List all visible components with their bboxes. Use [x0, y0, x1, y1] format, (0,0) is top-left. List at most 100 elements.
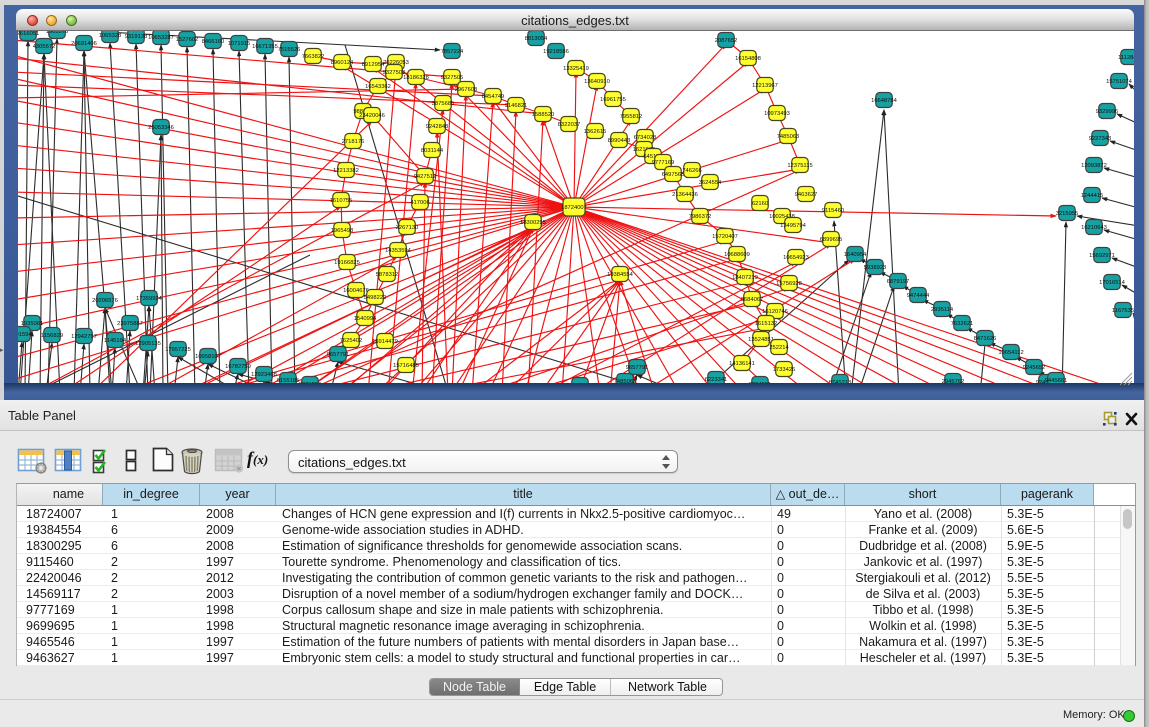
svg-text:12905135: 12905135: [135, 341, 161, 347]
svg-text:16154808: 16154808: [735, 56, 761, 62]
svg-text:9684067: 9684067: [741, 297, 764, 303]
svg-text:18300295: 18300295: [520, 220, 546, 226]
svg-text:8912954: 8912954: [362, 62, 385, 68]
svg-text:7986372: 7986372: [689, 214, 712, 220]
svg-text:16648784: 16648784: [871, 98, 898, 104]
svg-text:14353594: 14353594: [385, 248, 412, 254]
svg-text:16543362: 16543362: [365, 84, 391, 90]
svg-text:21364436: 21364436: [672, 192, 698, 198]
svg-text:3215955: 3215955: [1056, 211, 1079, 217]
svg-text:8454749: 8454749: [482, 94, 505, 100]
svg-text:18186328: 18186328: [403, 75, 429, 81]
svg-text:16914479: 16914479: [372, 339, 398, 345]
svg-text:9242848: 9242848: [426, 124, 449, 130]
svg-text:9329996: 9329996: [1096, 109, 1119, 115]
svg-text:15756928: 15756928: [776, 281, 802, 287]
svg-text:16004676: 16004676: [343, 288, 369, 294]
svg-text:6899695: 6899695: [820, 237, 843, 243]
svg-text:19218586: 19218586: [543, 49, 569, 55]
svg-text:252214: 252214: [769, 345, 789, 351]
svg-text:7625402: 7625402: [340, 338, 363, 344]
svg-text:8322037: 8322037: [558, 122, 581, 128]
svg-text:1733426: 1733426: [773, 367, 796, 373]
svg-text:9657791: 9657791: [626, 365, 649, 371]
svg-text:1965498: 1965498: [331, 228, 354, 234]
svg-text:12942757: 12942757: [71, 334, 97, 340]
svg-text:1156829: 1156829: [41, 333, 63, 339]
svg-text:3624554: 3624554: [699, 180, 722, 186]
svg-text:14136141: 14136141: [729, 361, 755, 367]
svg-text:13495794: 13495794: [780, 223, 807, 229]
svg-text:1071915: 1071915: [228, 41, 251, 47]
svg-text:18724007: 18724007: [561, 205, 587, 211]
svg-text:15692971: 15692971: [1089, 253, 1115, 259]
svg-text:9657791: 9657791: [327, 352, 350, 358]
svg-text:7857224: 7857224: [441, 49, 464, 55]
svg-text:5938923: 5938923: [864, 265, 887, 271]
svg-text:9777169: 9777169: [652, 160, 675, 166]
svg-text:8466160: 8466160: [202, 39, 225, 45]
svg-text:7485063: 7485063: [777, 134, 800, 140]
svg-text:1244415: 1244415: [1081, 193, 1104, 199]
svg-text:18407219: 18407219: [732, 275, 758, 281]
svg-text:1640954: 1640954: [844, 252, 867, 258]
svg-text:1065328: 1065328: [99, 33, 122, 39]
svg-text:6497568: 6497568: [662, 172, 685, 178]
svg-text:7515526: 7515526: [278, 47, 301, 53]
svg-text:5498222: 5498222: [364, 295, 387, 301]
svg-text:10654923: 10654923: [783, 255, 809, 261]
svg-text:10958107: 10958107: [195, 354, 221, 360]
svg-text:15716485: 15716485: [393, 363, 419, 369]
svg-text:2087652: 2087652: [715, 38, 738, 44]
svg-text:7663822: 7663822: [302, 54, 325, 60]
svg-text:13524851: 13524851: [748, 337, 774, 343]
svg-text:1362615: 1362615: [584, 129, 607, 135]
svg-text:25053346: 25053346: [148, 125, 174, 131]
svg-text:23420046: 23420046: [359, 113, 385, 119]
svg-text:20206576: 20206576: [92, 298, 118, 304]
svg-text:12213382: 12213382: [333, 168, 359, 174]
svg-text:6734028: 6734028: [634, 135, 657, 141]
svg-text:3875685: 3875685: [432, 101, 455, 107]
svg-text:1112845: 1112845: [1118, 55, 1134, 61]
svg-text:9245652: 9245652: [1023, 365, 1046, 371]
svg-text:8471626: 8471626: [974, 336, 997, 342]
svg-text:3267130: 3267130: [396, 225, 419, 231]
svg-text:391594: 391594: [18, 332, 32, 338]
svg-text:10653287: 10653287: [148, 35, 174, 41]
svg-text:19166825: 19166825: [334, 260, 360, 266]
svg-text:1540994: 1540994: [354, 316, 377, 322]
svg-text:9227343: 9227343: [1089, 136, 1112, 142]
svg-text:17359924: 17359924: [136, 296, 163, 302]
svg-text:12923468: 12923468: [251, 372, 277, 378]
svg-text:9463627: 9463627: [795, 192, 818, 198]
svg-text:12093872: 12093872: [1081, 163, 1107, 169]
svg-text:16120746: 16120746: [762, 309, 788, 315]
svg-text:8813054: 8813054: [525, 36, 548, 42]
svg-text:5878312: 5878312: [376, 272, 399, 278]
svg-text:1588520: 1588520: [532, 112, 555, 118]
svg-text:9327505: 9327505: [441, 75, 464, 81]
svg-text:2616051: 2616051: [18, 31, 39, 37]
svg-text:17016514: 17016514: [1099, 280, 1126, 286]
svg-text:9115460: 9115460: [822, 208, 844, 214]
svg-text:15751074: 15751074: [1106, 79, 1133, 85]
svg-text:23975887: 23975887: [117, 321, 143, 327]
svg-text:4305572: 4305572: [33, 44, 56, 50]
svg-text:15720407: 15720407: [712, 234, 738, 240]
svg-text:8960124: 8960124: [331, 60, 354, 66]
svg-text:2935114: 2935114: [931, 307, 954, 313]
svg-text:8031144: 8031144: [421, 148, 444, 154]
svg-text:17957225: 17957225: [165, 347, 191, 353]
svg-text:10654112: 10654112: [998, 350, 1023, 356]
svg-text:9146821: 9146821: [505, 103, 528, 109]
svg-text:16782759: 16782759: [225, 364, 251, 370]
svg-text:16961755: 16961755: [600, 97, 626, 103]
svg-text:1527602: 1527602: [176, 37, 199, 43]
svg-text:9327503: 9327503: [383, 70, 406, 76]
svg-text:16210643: 16210643: [1081, 225, 1107, 231]
svg-text:417006: 417006: [410, 200, 429, 206]
svg-text:10688609: 10688609: [724, 252, 750, 258]
svg-text:9319138: 9319138: [125, 34, 148, 40]
svg-text:13640910: 13640910: [584, 79, 610, 85]
